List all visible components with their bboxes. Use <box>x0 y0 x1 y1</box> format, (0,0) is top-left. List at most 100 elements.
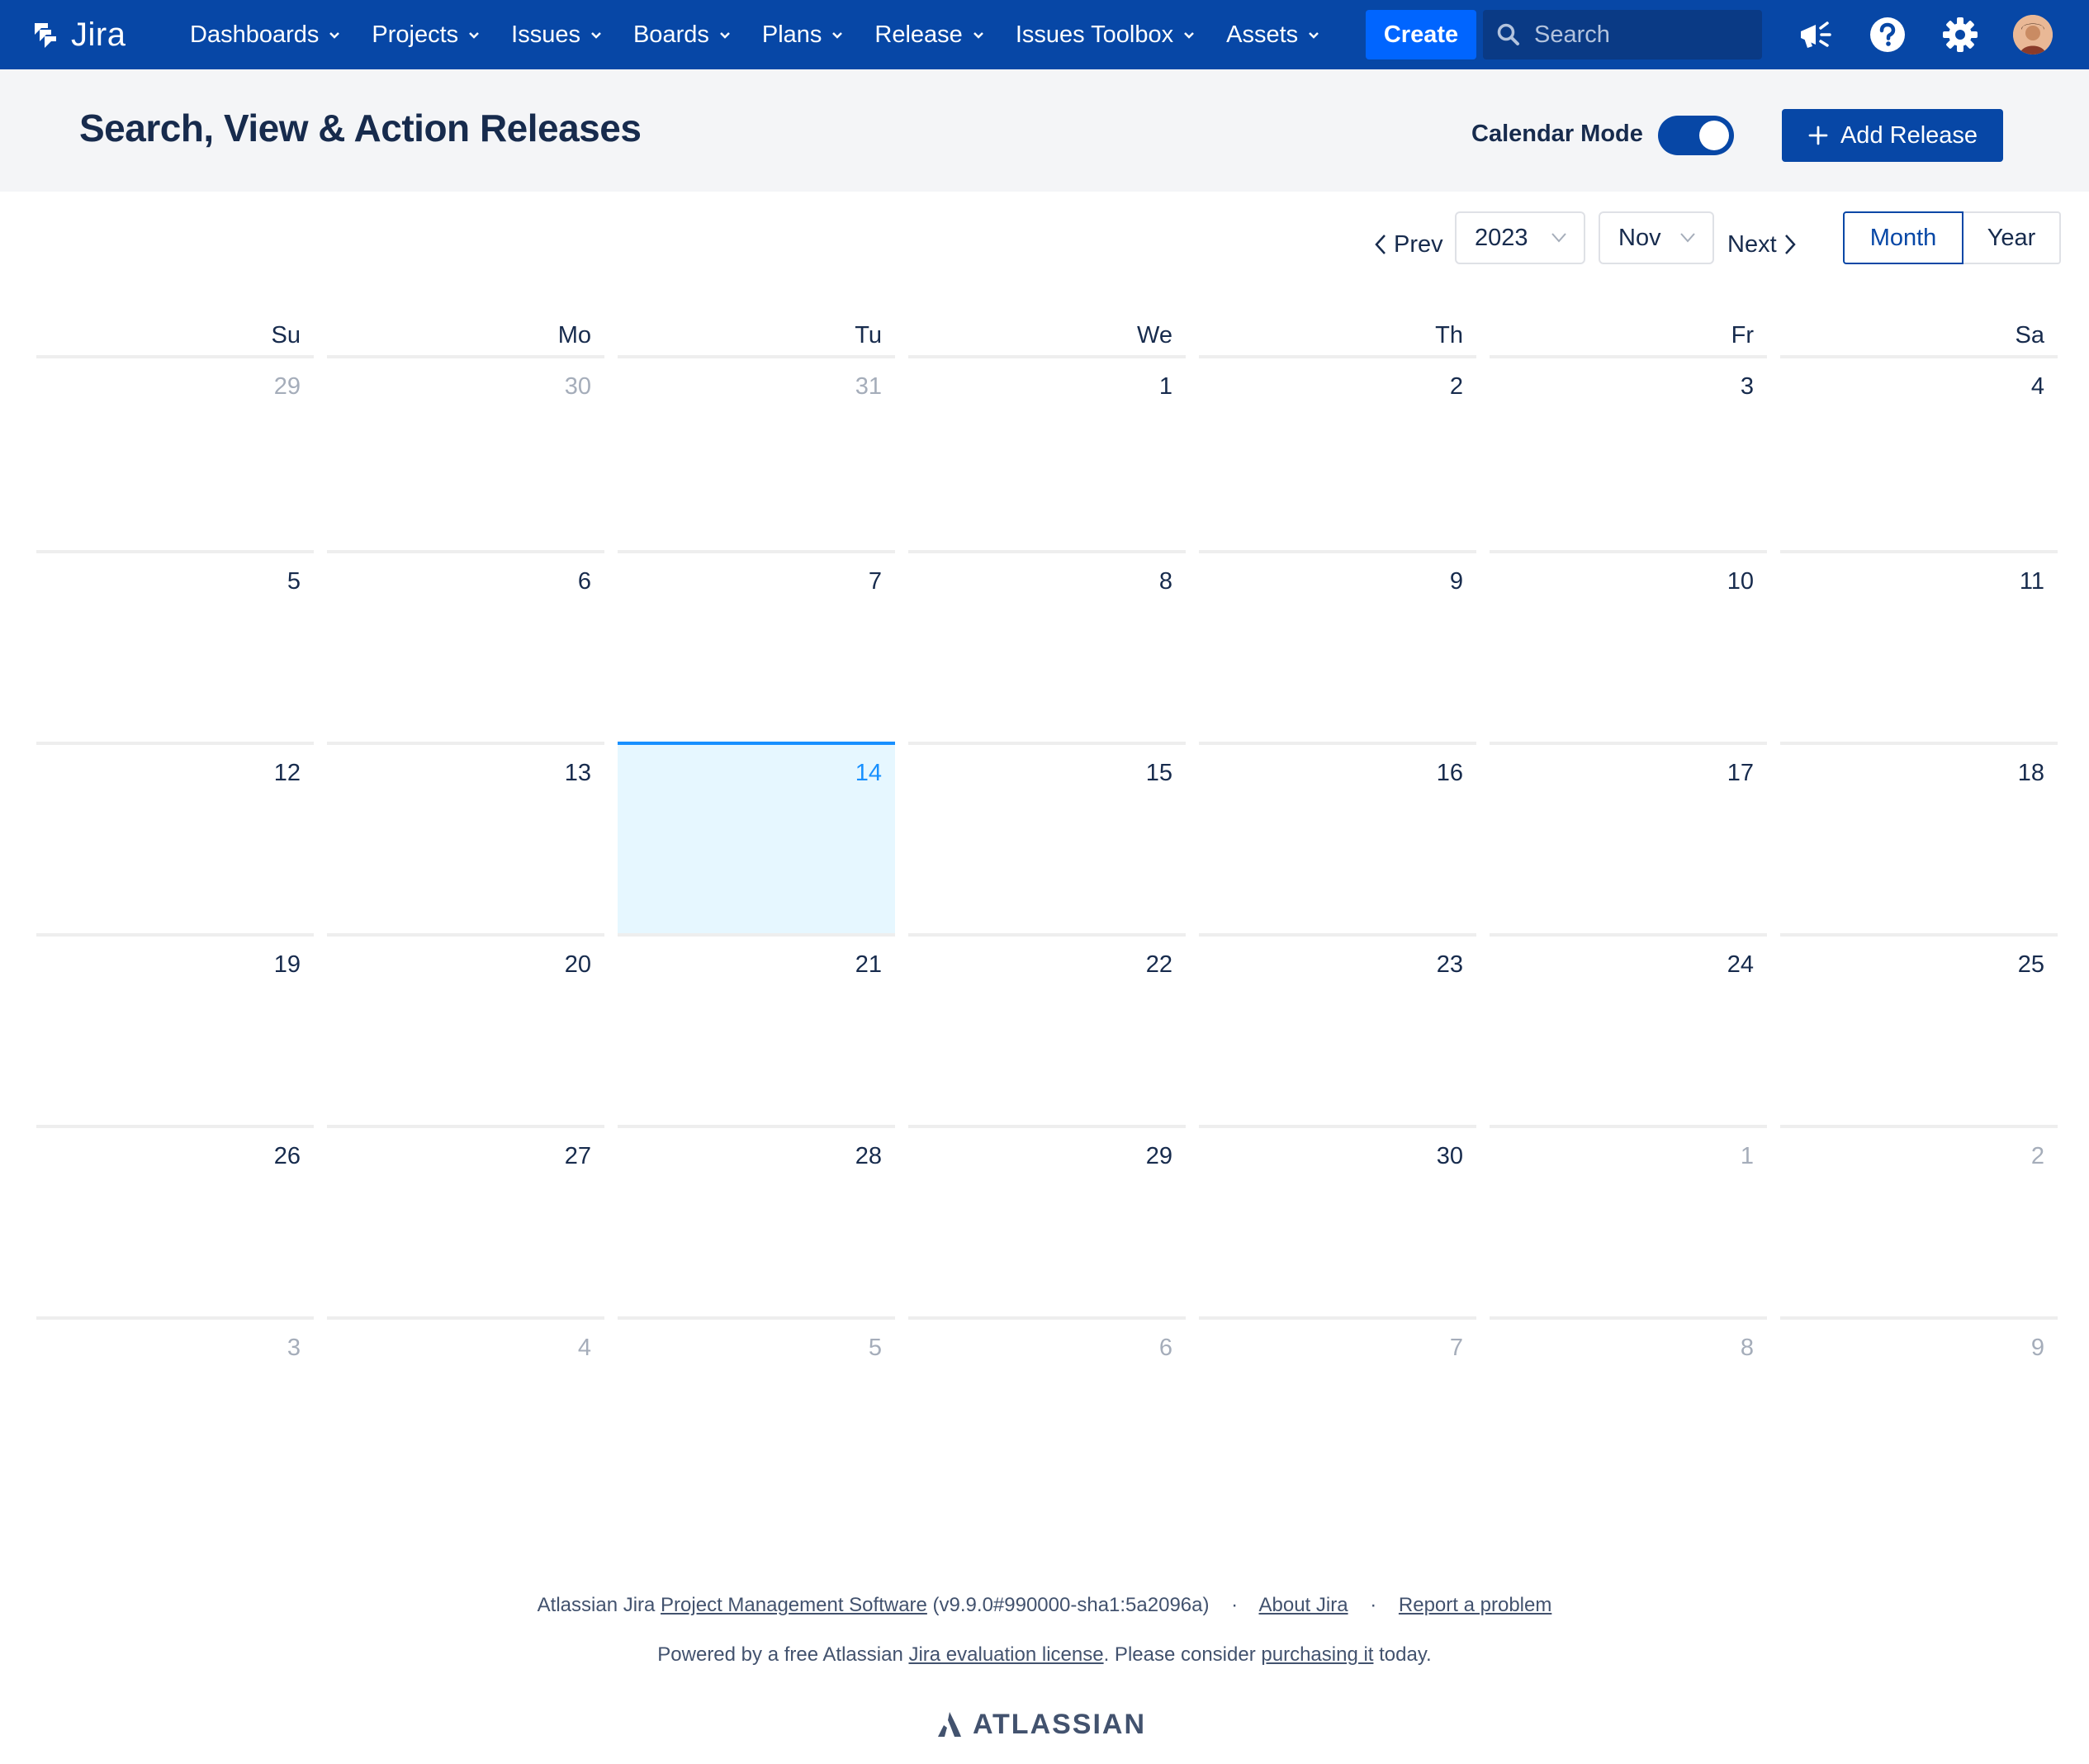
calendar-day[interactable]: 20 <box>327 933 604 1125</box>
day-number: 28 <box>855 1143 882 1169</box>
nav-assets[interactable]: Assets <box>1211 0 1336 69</box>
month-select[interactable]: Nov <box>1599 211 1714 264</box>
jira-logo[interactable]: Jira <box>30 17 126 53</box>
help-button[interactable] <box>1868 15 1907 55</box>
calendar-day[interactable]: 29 <box>908 1125 1186 1316</box>
about-jira-link[interactable]: About Jira <box>1259 1594 1348 1616</box>
calendar-day[interactable]: 8 <box>1490 1316 1767 1508</box>
day-number: 14 <box>855 760 882 786</box>
day-number: 18 <box>2017 760 2044 786</box>
evaluation-license-link[interactable]: Jira evaluation license <box>908 1643 1103 1666</box>
calendar-day[interactable]: 5 <box>618 1316 895 1508</box>
nav-dashboards[interactable]: Dashboards <box>175 0 357 69</box>
calendar-day[interactable]: 13 <box>327 742 604 933</box>
calendar-day[interactable]: 3 <box>36 1316 314 1508</box>
purchasing-link[interactable]: purchasing it <box>1261 1643 1373 1666</box>
calendar-day[interactable]: 19 <box>36 933 314 1125</box>
calendar-day[interactable]: 16 <box>1199 742 1476 933</box>
nav-plans[interactable]: Plans <box>747 0 860 69</box>
nav-projects[interactable]: Projects <box>357 0 496 69</box>
view-month-button[interactable]: Month <box>1843 211 1963 264</box>
calendar-day[interactable]: 21 <box>618 933 895 1125</box>
prev-month-button[interactable]: Prev <box>1374 225 1443 264</box>
calendar-day[interactable]: 6 <box>327 550 604 742</box>
calendar-day[interactable]: 1 <box>1490 1125 1767 1316</box>
calendar-mode-toggle[interactable] <box>1658 116 1734 155</box>
calendar-day[interactable]: 28 <box>618 1125 895 1316</box>
day-number: 4 <box>577 1335 591 1361</box>
calendar-day[interactable]: 18 <box>1780 742 2058 933</box>
notifications-button[interactable] <box>1795 15 1835 55</box>
calendar-day[interactable]: 17 <box>1490 742 1767 933</box>
calendar-day[interactable]: 27 <box>327 1125 604 1316</box>
day-number: 5 <box>287 568 301 595</box>
nav-issues[interactable]: Issues <box>496 0 618 69</box>
calendar-day[interactable]: 12 <box>36 742 314 933</box>
calendar-day[interactable]: 2 <box>1199 358 1476 550</box>
calendar-day[interactable]: 22 <box>908 933 1186 1125</box>
calendar-day[interactable]: 3 <box>1490 358 1767 550</box>
calendar-day[interactable]: 29 <box>36 358 314 550</box>
nav-issues-toolbox-label: Issues Toolbox <box>1015 21 1174 48</box>
plus-icon <box>1808 126 1828 145</box>
help-icon <box>1870 17 1905 52</box>
chevron-down-icon <box>1680 233 1695 243</box>
report-problem-link[interactable]: Report a problem <box>1399 1594 1551 1616</box>
day-number: 27 <box>564 1143 591 1169</box>
project-management-link[interactable]: Project Management Software <box>661 1594 927 1616</box>
search-box <box>1483 10 1762 59</box>
calendar-day[interactable]: 7 <box>618 550 895 742</box>
calendar-day[interactable]: 9 <box>1199 550 1476 742</box>
search-input[interactable] <box>1534 21 1749 49</box>
calendar-day[interactable]: 5 <box>36 550 314 742</box>
next-month-button[interactable]: Next <box>1727 225 1797 264</box>
week-row: 26 27 28 29 30 1 2 <box>36 1125 2059 1316</box>
calendar-day[interactable]: 9 <box>1780 1316 2058 1508</box>
nav-boards[interactable]: Boards <box>618 0 747 69</box>
calendar-day[interactable]: 11 <box>1780 550 2058 742</box>
chevron-down-icon <box>329 32 340 39</box>
day-number: 2 <box>1449 373 1463 400</box>
year-select[interactable]: 2023 <box>1455 211 1585 264</box>
calendar-day[interactable]: 2 <box>1780 1125 2058 1316</box>
calendar-day[interactable]: 10 <box>1490 550 1767 742</box>
add-release-button[interactable]: Add Release <box>1782 109 2003 162</box>
calendar-day[interactable]: 4 <box>1780 358 2058 550</box>
day-number: 6 <box>577 568 591 595</box>
nav-release[interactable]: Release <box>860 0 1000 69</box>
create-button[interactable]: Create <box>1366 10 1476 59</box>
calendar-day[interactable]: 15 <box>908 742 1186 933</box>
toggle-knob <box>1699 121 1729 150</box>
calendar-day[interactable]: 25 <box>1780 933 2058 1125</box>
calendar-day-today[interactable]: 14 <box>618 742 895 933</box>
calendar-day[interactable]: 7 <box>1199 1316 1476 1508</box>
atlassian-logo-text: ATLASSIAN <box>973 1708 1147 1740</box>
user-avatar[interactable] <box>2013 15 2053 55</box>
calendar-day[interactable]: 30 <box>327 358 604 550</box>
week-row: 5 6 7 8 9 10 11 <box>36 550 2059 742</box>
nav-issues-toolbox[interactable]: Issues Toolbox <box>1001 0 1211 69</box>
chevron-down-icon <box>591 32 601 39</box>
day-number: 29 <box>1145 1143 1172 1169</box>
day-number: 7 <box>868 568 882 595</box>
atlassian-logo[interactable]: ATLASSIAN <box>936 1708 1146 1741</box>
nav-release-label: Release <box>874 21 963 48</box>
weeks-container: 29 30 31 1 2 3 4 5 6 7 8 9 10 11 12 13 14 15 16 17 18 19 20 21 2… <box>36 358 2059 1508</box>
calendar-day[interactable]: 1 <box>908 358 1186 550</box>
calendar-day[interactable]: 8 <box>908 550 1186 742</box>
nav-issues-label: Issues <box>511 21 580 48</box>
calendar-day[interactable]: 4 <box>327 1316 604 1508</box>
day-number: 30 <box>1436 1143 1463 1169</box>
calendar-day[interactable]: 30 <box>1199 1125 1476 1316</box>
chevron-right-icon <box>1784 235 1796 254</box>
weekday-label: Mo <box>327 291 604 358</box>
calendar-day[interactable]: 6 <box>908 1316 1186 1508</box>
day-number: 9 <box>2030 1335 2044 1361</box>
view-year-button[interactable]: Year <box>1963 211 2061 264</box>
calendar-day[interactable]: 24 <box>1490 933 1767 1125</box>
settings-button[interactable] <box>1940 15 1980 55</box>
week-row: 29 30 31 1 2 3 4 <box>36 358 2059 550</box>
calendar-day[interactable]: 31 <box>618 358 895 550</box>
calendar-day[interactable]: 23 <box>1199 933 1476 1125</box>
calendar-day[interactable]: 26 <box>36 1125 314 1316</box>
